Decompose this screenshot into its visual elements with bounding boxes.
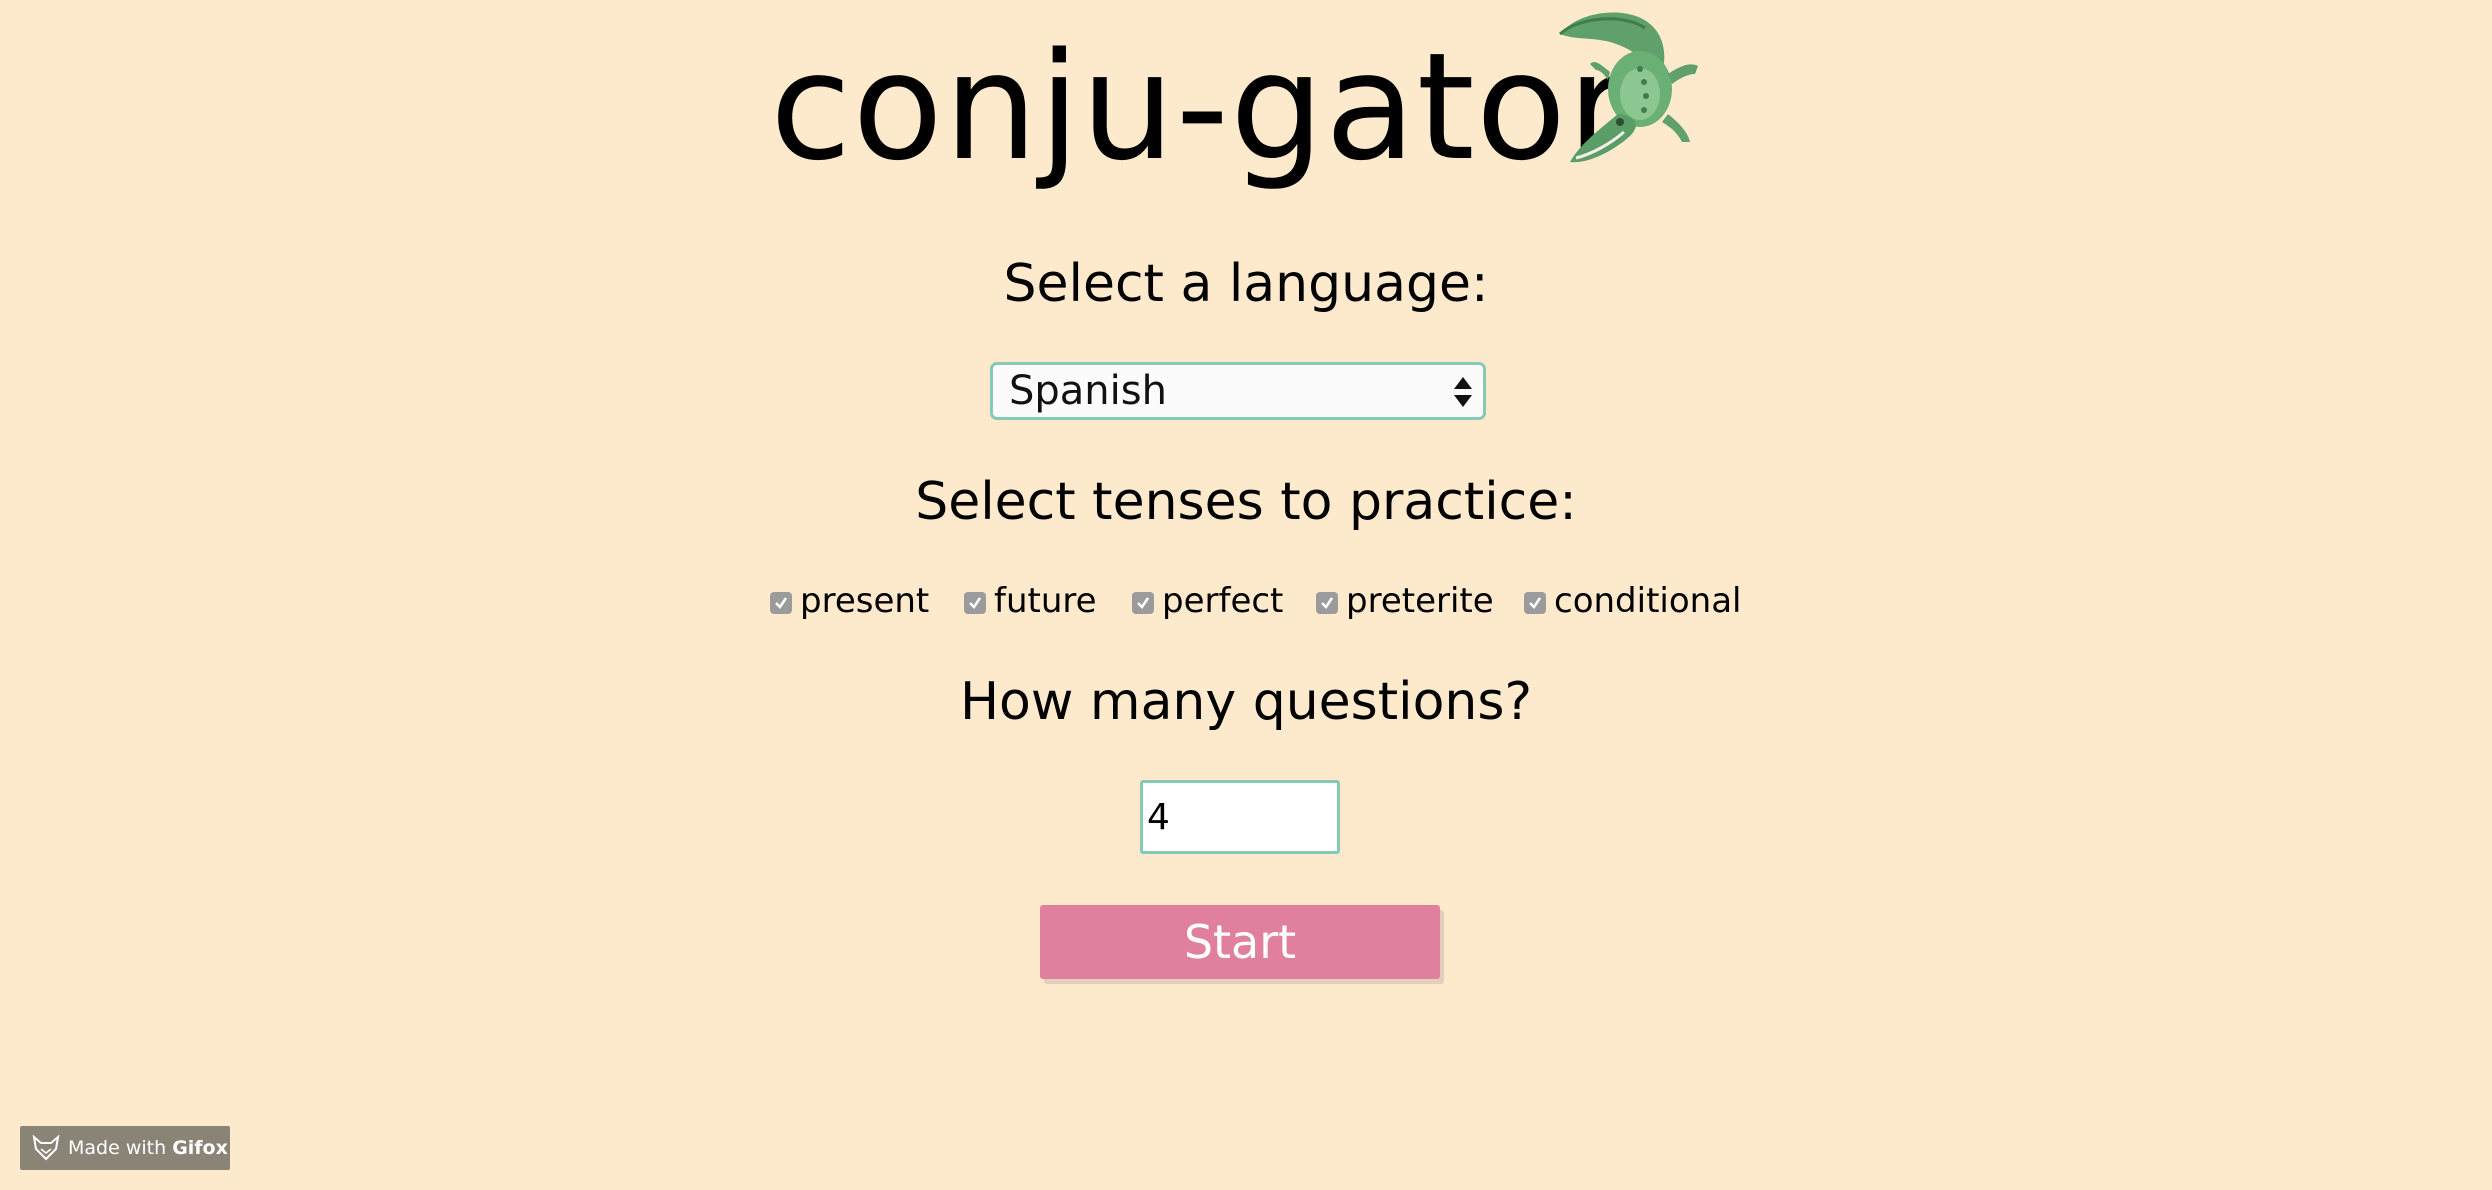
questions-heading: How many questions? — [959, 672, 1533, 732]
gifox-brand: Gifox — [172, 1137, 228, 1159]
tenses-heading: Select tenses to practice: — [915, 472, 1577, 532]
check-icon — [1529, 597, 1542, 609]
question-count-value: 4 — [1147, 797, 1170, 838]
tense-label: present — [800, 581, 930, 621]
app-title: conju-gator — [770, 21, 1630, 193]
tense-label: future — [994, 581, 1097, 621]
check-icon — [1137, 597, 1150, 609]
checkbox-checked[interactable] — [1132, 592, 1154, 614]
checkbox-checked[interactable] — [1524, 592, 1546, 614]
start-button-label: Start — [1183, 915, 1297, 969]
header: conju-gator — [0, 0, 2492, 210]
question-count-input[interactable]: 4 — [1140, 780, 1340, 854]
gifox-badge[interactable]: Made with Gifox — [20, 1126, 230, 1170]
tense-checkbox-group: present future perfect preterite conditi… — [0, 578, 2492, 626]
language-heading: Select a language: — [1003, 254, 1489, 314]
tense-label: perfect — [1162, 581, 1284, 621]
gifox-text: Made with Gifox — [68, 1126, 228, 1170]
fox-icon — [32, 1135, 60, 1161]
start-button[interactable]: Start — [1040, 905, 1440, 979]
select-arrows-icon — [1454, 377, 1472, 407]
alligator-icon — [1558, 12, 1698, 163]
gifox-prefix: Made with — [68, 1137, 173, 1159]
tense-label: preterite — [1346, 581, 1494, 621]
language-select[interactable]: Spanish — [990, 362, 1486, 420]
tense-label: conditional — [1554, 581, 1742, 621]
language-select-value: Spanish — [1009, 368, 1167, 414]
check-icon — [1321, 597, 1334, 609]
checkbox-checked[interactable] — [1316, 592, 1338, 614]
checkbox-checked[interactable] — [770, 592, 792, 614]
check-icon — [775, 597, 788, 609]
checkbox-checked[interactable] — [964, 592, 986, 614]
check-icon — [969, 597, 982, 609]
page: conju-gator Select a language: Spanish S… — [0, 0, 2492, 1190]
